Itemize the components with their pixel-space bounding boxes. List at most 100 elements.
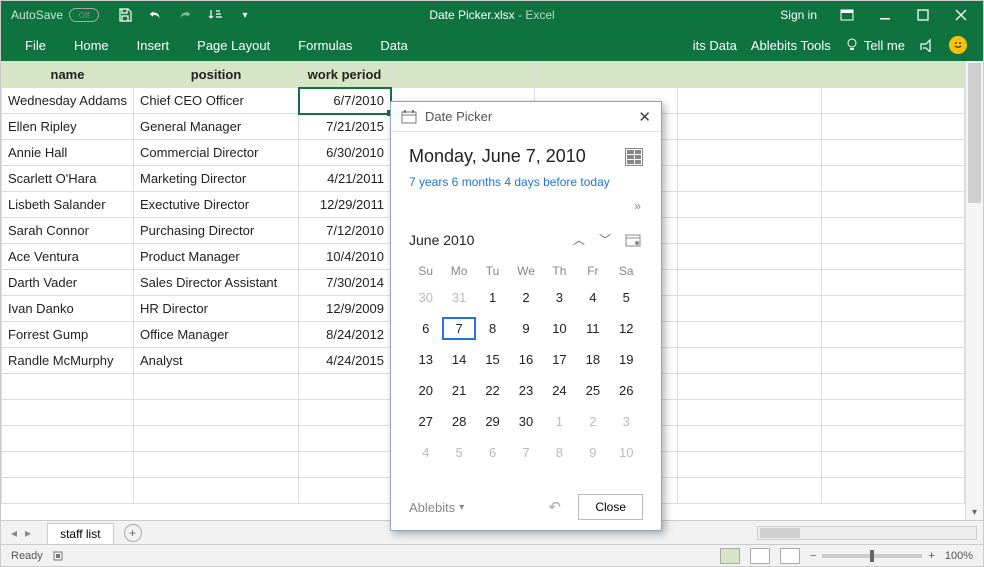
- tab-data[interactable]: Data: [366, 29, 421, 61]
- picker-month-label[interactable]: June 2010: [409, 232, 474, 248]
- calendar-day[interactable]: 2: [509, 286, 542, 309]
- cell[interactable]: Office Manager: [134, 322, 299, 348]
- sheet-nav-prev-icon[interactable]: ◂: [11, 526, 17, 540]
- zoom-slider[interactable]: − +: [810, 550, 935, 562]
- column-header[interactable]: name: [2, 62, 134, 88]
- zoom-in-icon[interactable]: +: [928, 550, 934, 562]
- calendar-day[interactable]: 18: [576, 348, 609, 371]
- macro-record-icon[interactable]: [53, 550, 67, 562]
- calendar-day[interactable]: 9: [509, 317, 542, 340]
- undo-icon[interactable]: [147, 7, 163, 23]
- cell[interactable]: Annie Hall: [2, 140, 134, 166]
- tab-its-data[interactable]: its Data: [693, 38, 737, 53]
- cell[interactable]: 4/21/2011: [299, 166, 391, 192]
- calendar-day[interactable]: 5: [610, 286, 643, 309]
- autosave-switch[interactable]: Off: [69, 8, 99, 22]
- calendar-day[interactable]: 11: [576, 317, 609, 340]
- cell[interactable]: Ace Ventura: [2, 244, 134, 270]
- cell[interactable]: Commercial Director: [134, 140, 299, 166]
- cell[interactable]: Analyst: [134, 348, 299, 374]
- calendar-day[interactable]: 20: [409, 379, 442, 402]
- sheet-tab-staff-list[interactable]: staff list: [47, 523, 113, 544]
- calendar-day[interactable]: 10: [610, 441, 643, 464]
- picker-brand[interactable]: Ablebits▾: [409, 500, 464, 515]
- cell[interactable]: Forrest Gump: [2, 322, 134, 348]
- sort-icon[interactable]: [207, 7, 223, 23]
- cell[interactable]: HR Director: [134, 296, 299, 322]
- calendar-day[interactable]: 15: [476, 348, 509, 371]
- calendar-day[interactable]: 22: [476, 379, 509, 402]
- cell[interactable]: Scarlett O'Hara: [2, 166, 134, 192]
- cell[interactable]: General Manager: [134, 114, 299, 140]
- view-page-layout-icon[interactable]: [750, 548, 770, 564]
- tell-me[interactable]: Tell me: [845, 38, 905, 53]
- minimize-icon[interactable]: [877, 7, 893, 23]
- cell[interactable]: 4/24/2015: [299, 348, 391, 374]
- cell[interactable]: 6/7/2010: [299, 88, 391, 114]
- autosave-toggle[interactable]: AutoSave Off: [1, 8, 109, 22]
- calendar-day[interactable]: 1: [476, 286, 509, 309]
- cell[interactable]: 7/21/2015: [299, 114, 391, 140]
- calendar-day[interactable]: 6: [409, 317, 442, 340]
- calendar-day[interactable]: 24: [543, 379, 576, 402]
- close-icon[interactable]: [953, 7, 969, 23]
- tab-file[interactable]: File: [11, 29, 60, 61]
- calendar-day[interactable]: 13: [409, 348, 442, 371]
- cell[interactable]: 10/4/2010: [299, 244, 391, 270]
- cell[interactable]: Marketing Director: [134, 166, 299, 192]
- calendar-day[interactable]: 16: [509, 348, 542, 371]
- tab-home[interactable]: Home: [60, 29, 123, 61]
- cell[interactable]: 8/24/2012: [299, 322, 391, 348]
- cell[interactable]: Ivan Danko: [2, 296, 134, 322]
- scroll-thumb[interactable]: [968, 63, 981, 203]
- calendar-day[interactable]: 27: [409, 410, 442, 433]
- calendar-day[interactable]: 6: [476, 441, 509, 464]
- calendar-day[interactable]: 7: [509, 441, 542, 464]
- calendar-day[interactable]: 8: [476, 317, 509, 340]
- maximize-icon[interactable]: [915, 7, 931, 23]
- calendar-day[interactable]: 17: [543, 348, 576, 371]
- calendar-day[interactable]: 9: [576, 441, 609, 464]
- new-sheet-icon[interactable]: +: [124, 524, 142, 542]
- view-normal-icon[interactable]: [720, 548, 740, 564]
- calendar-day[interactable]: 10: [543, 317, 576, 340]
- month-prev-icon[interactable]: ︿: [571, 229, 587, 250]
- calendar-day[interactable]: 29: [476, 410, 509, 433]
- picker-expand-icon[interactable]: »: [409, 195, 643, 217]
- tab-ablebits-tools[interactable]: Ablebits Tools: [751, 38, 831, 53]
- sign-in-link[interactable]: Sign in: [780, 8, 817, 22]
- calendar-day[interactable]: 2: [576, 410, 609, 433]
- calendar-day[interactable]: 21: [442, 379, 475, 402]
- cell[interactable]: Purchasing Director: [134, 218, 299, 244]
- sheet-nav-next-icon[interactable]: ▸: [25, 526, 31, 540]
- redo-icon[interactable]: [177, 7, 193, 23]
- calendar-day[interactable]: 3: [543, 286, 576, 309]
- cell[interactable]: 7/30/2014: [299, 270, 391, 296]
- qat-customize-icon[interactable]: ▾: [237, 7, 253, 23]
- cell[interactable]: Sales Director Assistant: [134, 270, 299, 296]
- calendar-day[interactable]: 4: [576, 286, 609, 309]
- ribbon-display-icon[interactable]: [839, 7, 855, 23]
- cell[interactable]: Sarah Connor: [2, 218, 134, 244]
- calculator-icon[interactable]: [625, 148, 643, 166]
- calendar-day[interactable]: 4: [409, 441, 442, 464]
- calendar-day[interactable]: 30: [409, 286, 442, 309]
- tab-insert[interactable]: Insert: [123, 29, 184, 61]
- cell[interactable]: 12/29/2011: [299, 192, 391, 218]
- share-icon[interactable]: [919, 38, 935, 52]
- cell[interactable]: Wednesday Addams: [2, 88, 134, 114]
- calendar-day[interactable]: 19: [610, 348, 643, 371]
- goto-today-icon[interactable]: [623, 231, 643, 249]
- calendar-day[interactable]: 1: [543, 410, 576, 433]
- feedback-icon[interactable]: [949, 36, 967, 54]
- tab-page-layout[interactable]: Page Layout: [183, 29, 284, 61]
- calendar-day[interactable]: 30: [509, 410, 542, 433]
- picker-undo-icon[interactable]: ↶: [548, 498, 566, 516]
- month-next-icon[interactable]: ﹀: [597, 229, 613, 250]
- cell[interactable]: Ellen Ripley: [2, 114, 134, 140]
- vertical-scrollbar[interactable]: ▾: [965, 61, 983, 520]
- cell[interactable]: Randle McMurphy: [2, 348, 134, 374]
- picker-close-icon[interactable]: ✕: [638, 108, 651, 126]
- calendar-day[interactable]: 3: [610, 410, 643, 433]
- picker-close-button[interactable]: Close: [578, 494, 643, 520]
